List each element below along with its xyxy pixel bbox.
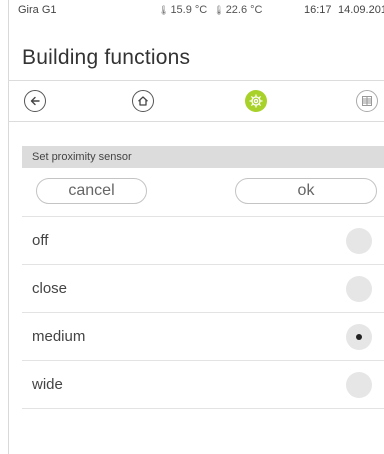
status-bar: Gira G1 🌡︎ 15.9 °C 🌡︎ 22.6 °C 16:17 14.0… <box>8 0 384 22</box>
overview-button[interactable] <box>356 90 378 112</box>
device-name: Gira G1 <box>18 4 57 16</box>
radio-selected-dot <box>356 334 362 340</box>
radio-button[interactable] <box>346 372 372 398</box>
settings-button[interactable] <box>245 90 267 112</box>
temperature-readouts: 🌡︎ 15.9 °C 🌡︎ 22.6 °C <box>158 4 263 16</box>
gear-icon <box>249 94 263 108</box>
arrow-left-icon <box>30 96 40 106</box>
clock-time: 16:17 <box>304 4 332 16</box>
home-button[interactable] <box>132 90 154 112</box>
home-icon <box>138 96 148 106</box>
dialog-title: Set proximity sensor <box>22 146 384 168</box>
cancel-button[interactable]: cancel <box>36 178 147 204</box>
grid-icon <box>362 96 372 106</box>
option-label: off <box>32 232 49 249</box>
dialog-button-row: cancel ok <box>22 168 384 216</box>
navigation-bar <box>8 80 384 122</box>
indoor-temperature: 🌡︎ 22.6 °C <box>213 4 262 16</box>
option-off[interactable]: off <box>22 217 384 265</box>
ok-button[interactable]: ok <box>235 178 377 204</box>
outdoor-temperature: 🌡︎ 15.9 °C <box>158 4 207 16</box>
radio-button[interactable] <box>346 276 372 302</box>
clock-date: 14.09.2017 <box>338 4 384 16</box>
option-label: wide <box>32 376 63 393</box>
outdoor-thermometer-icon: 🌡︎ <box>158 4 169 15</box>
option-close[interactable]: close <box>22 265 384 313</box>
radio-button[interactable] <box>346 228 372 254</box>
back-button[interactable] <box>24 90 46 112</box>
outdoor-temperature-value: 15.9 °C <box>170 4 208 16</box>
radio-button-selected[interactable] <box>346 324 372 350</box>
indoor-temperature-value: 22.6 °C <box>225 4 263 16</box>
device-screen: Gira G1 🌡︎ 15.9 °C 🌡︎ 22.6 °C 16:17 14.0… <box>8 0 384 454</box>
indoor-thermometer-icon: 🌡︎ <box>213 4 224 15</box>
page-title: Building functions <box>22 46 191 69</box>
option-list: off close medium wide <box>22 216 384 409</box>
option-medium[interactable]: medium <box>22 313 384 361</box>
option-label: close <box>32 280 68 297</box>
option-label: medium <box>32 328 86 345</box>
option-wide[interactable]: wide <box>22 361 384 409</box>
